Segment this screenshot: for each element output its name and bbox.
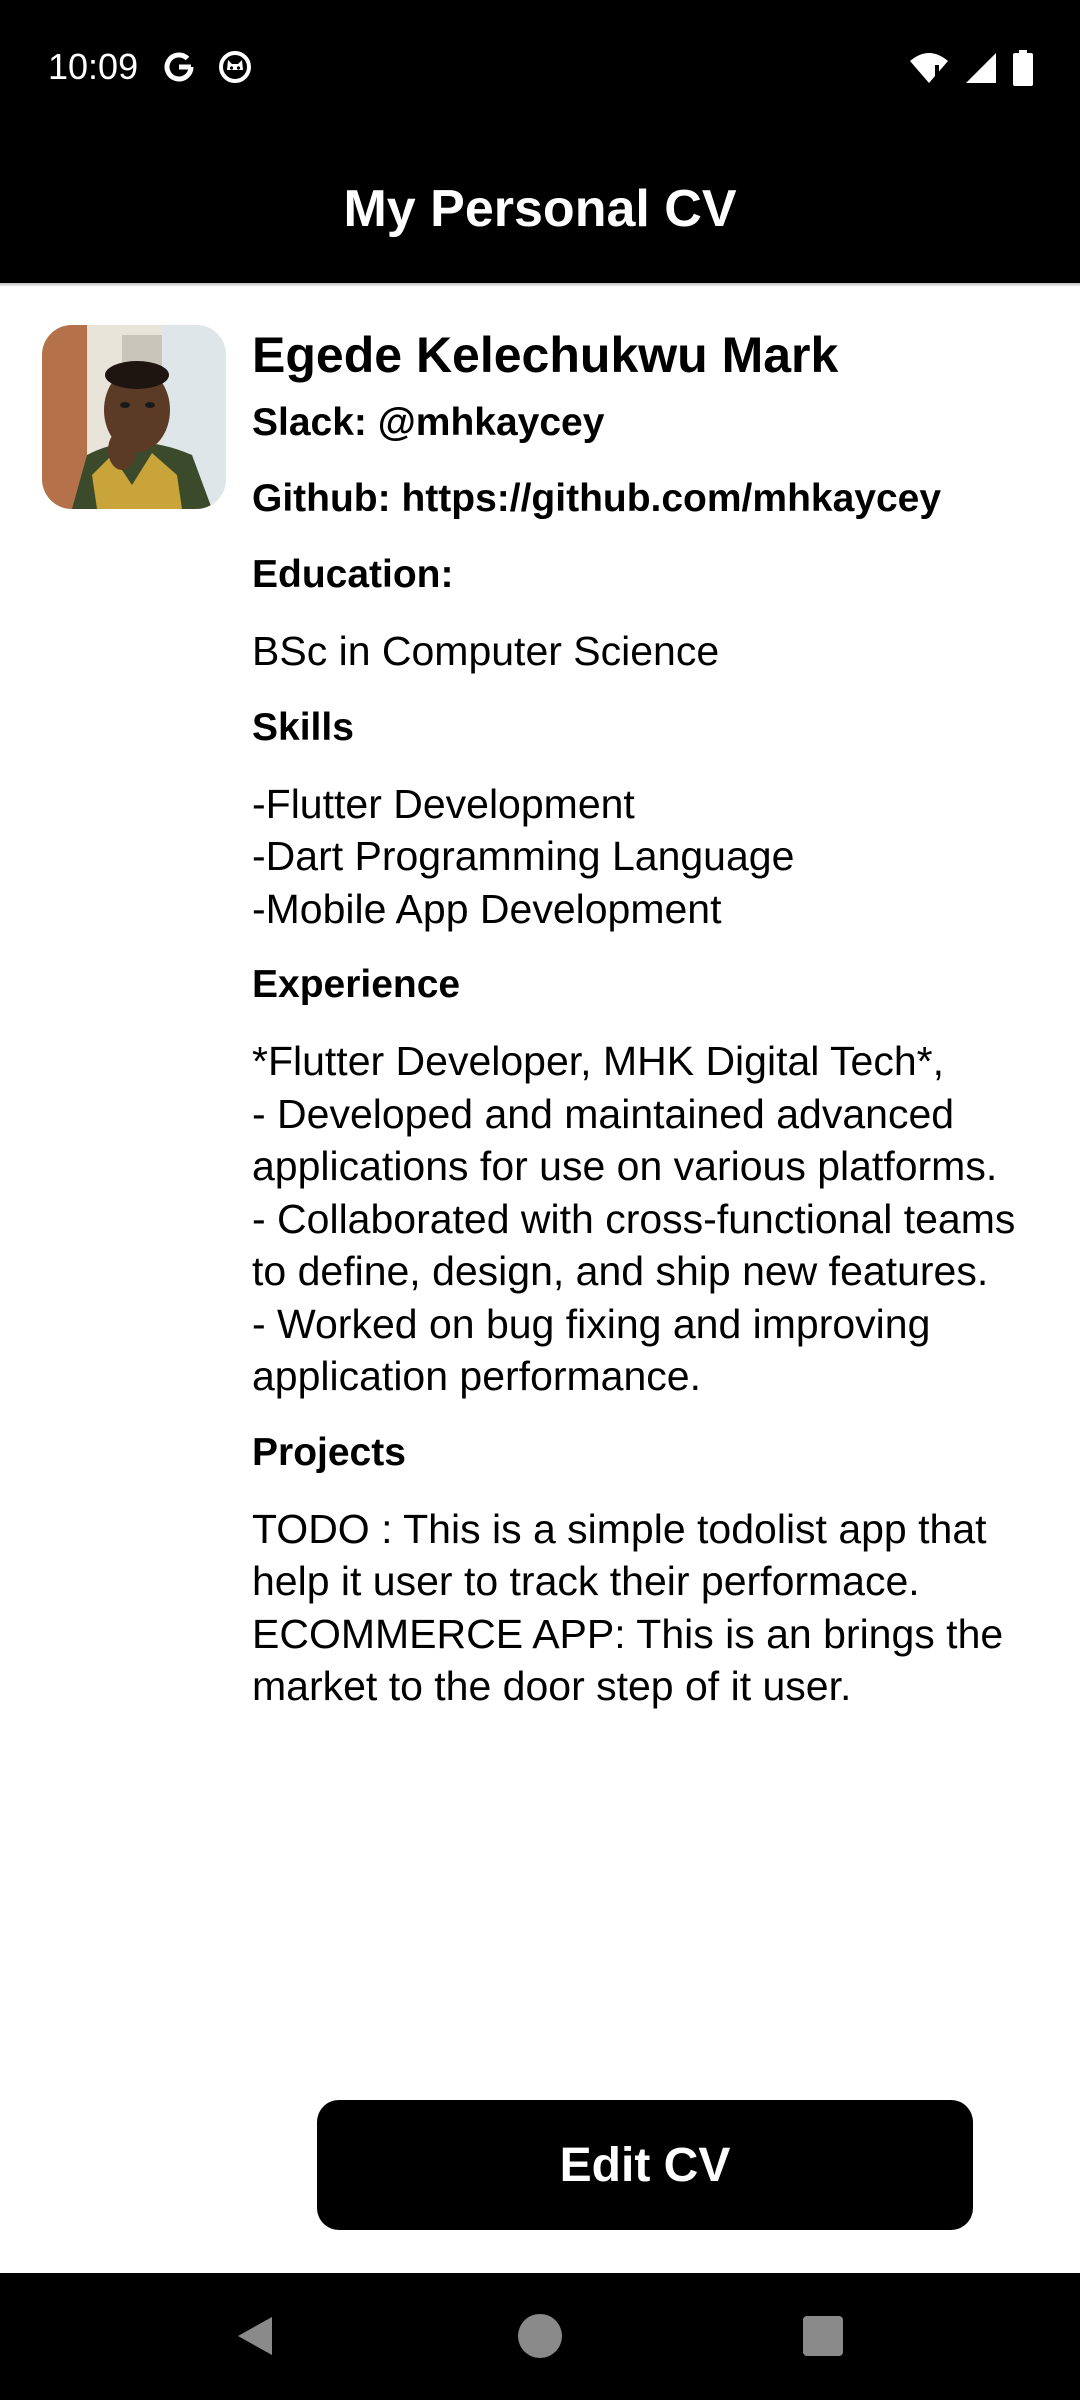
github-link: Github: https://github.com/mhkaycey [252,477,942,520]
app-title: My Personal CV [343,180,737,238]
status-right-icons [908,50,1034,91]
skills-text: -Flutter Development -Dart Programming L… [252,780,795,932]
projects-heading: Projects [252,1430,406,1474]
cat-icon [218,50,252,89]
profile-name: Egede Kelechukwu Mark [252,327,839,383]
cv-content: Egede Kelechukwu Mark Slack: @mhkaycey G… [252,323,1042,1737]
status-left-icons [162,50,252,89]
profile-avatar [42,325,226,509]
status-time: 10:09 [48,46,139,87]
back-icon[interactable] [232,2313,278,2364]
app-bar: My Personal CV [0,135,1080,283]
home-icon[interactable] [517,2313,563,2364]
status-bar: 10:09 [0,0,1080,135]
education-text: BSc in Computer Science [252,628,720,674]
slack-handle: Slack: @mhkaycey [252,401,605,444]
navigation-bar [0,2273,1080,2400]
recents-icon[interactable] [802,2313,844,2364]
wifi-alert-icon [908,51,950,90]
edit-cv-button[interactable]: Edit CV [317,2100,973,2230]
battery-icon [1012,50,1034,91]
signal-icon [964,51,998,90]
skills-heading: Skills [252,705,354,749]
projects-text: TODO : This is a simple todolist app tha… [252,1505,1004,1710]
experience-text: *Flutter Developer, MHK Digital Tech*, -… [252,1038,1016,1399]
app-bar-shadow [0,283,1080,287]
education-heading: Education: [252,553,454,596]
google-icon [162,50,196,89]
experience-heading: Experience [252,963,461,1006]
